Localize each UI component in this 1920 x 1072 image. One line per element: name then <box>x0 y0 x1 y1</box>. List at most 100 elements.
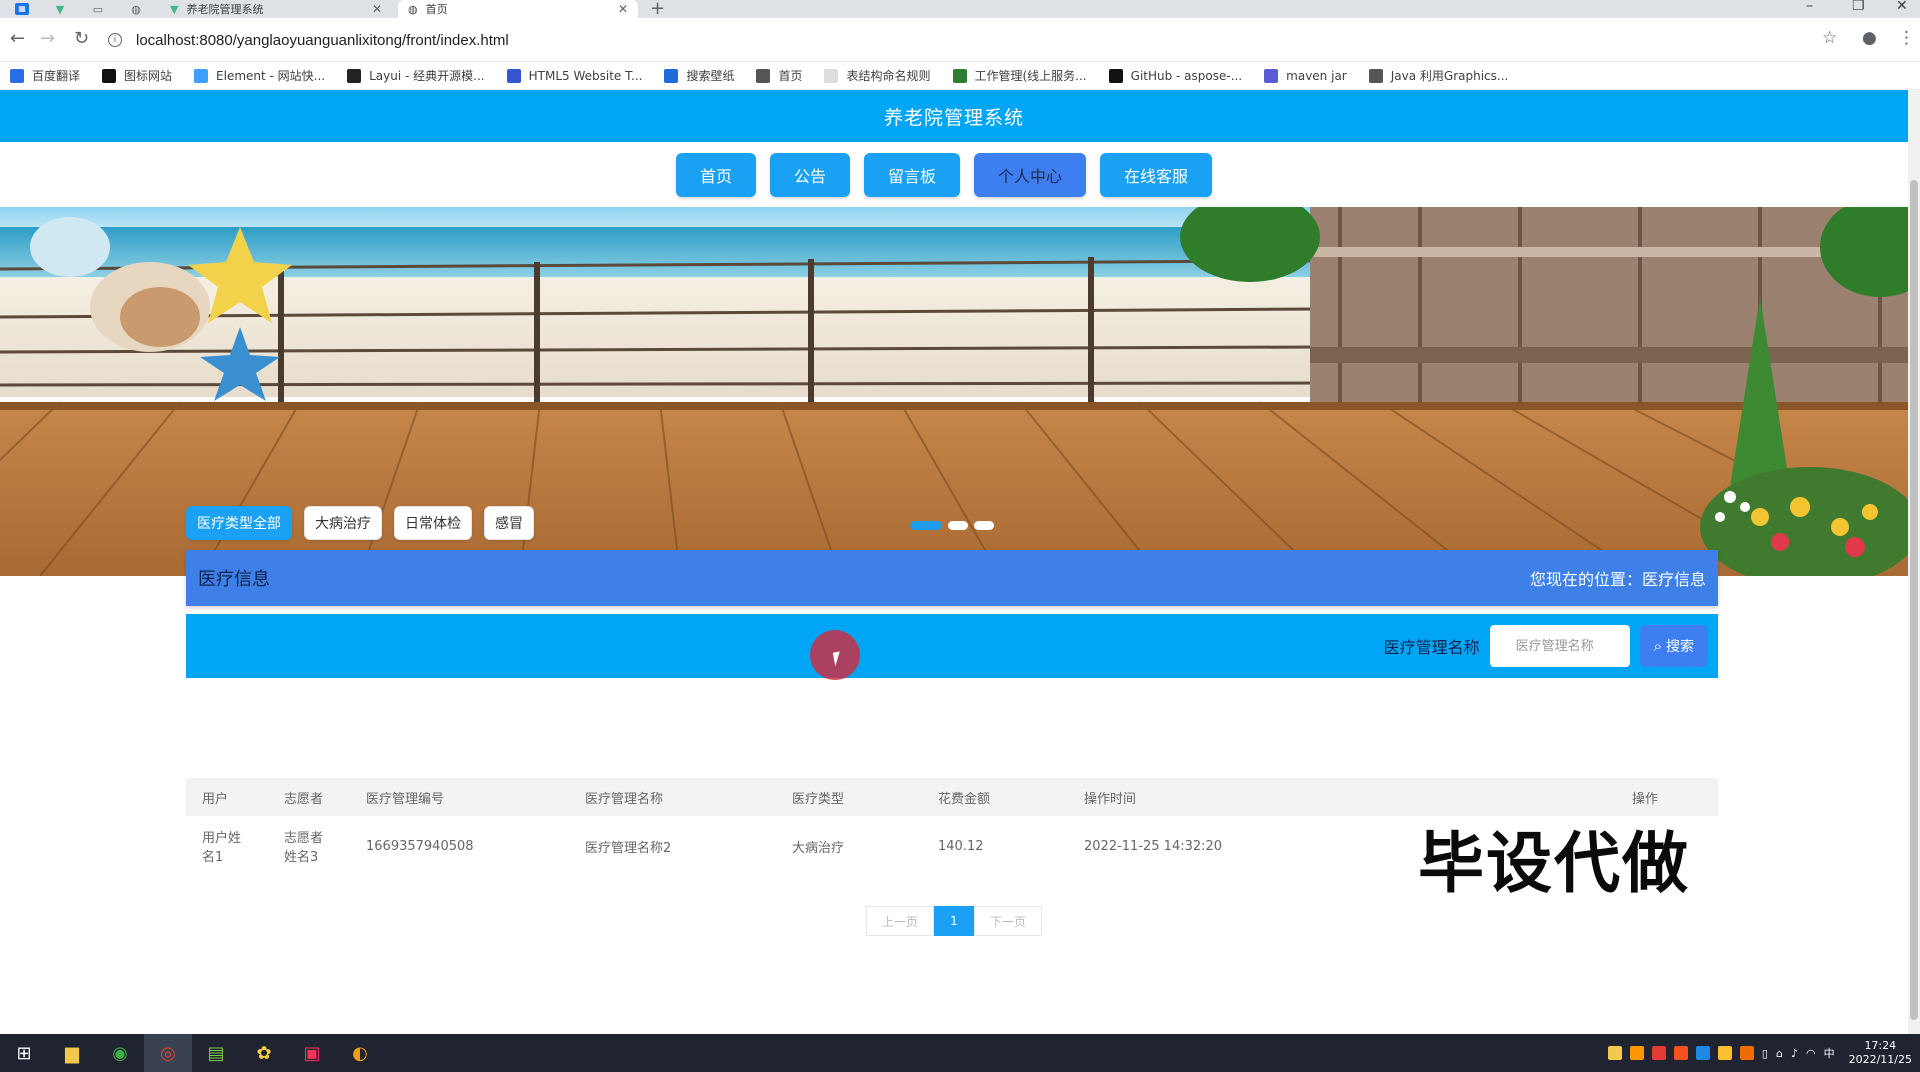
tray-app-icon[interactable] <box>1739 1046 1754 1060</box>
profile-icon[interactable]: ● <box>1862 28 1877 48</box>
url-field[interactable]: i localhost:8080/yanglaoyuanguanlixitong… <box>108 24 1808 56</box>
bookmark-item[interactable]: Java 利用Graphics... <box>1368 67 1509 84</box>
bookmark-item[interactable]: GitHub - aspose-... <box>1108 68 1242 83</box>
taskbar-intellij[interactable]: ▣ <box>288 1034 336 1072</box>
bookmark-item[interactable]: 百度翻译 <box>10 67 80 84</box>
new-tab-button[interactable]: + <box>650 0 665 19</box>
battery-icon[interactable]: ▯ <box>1762 1047 1768 1060</box>
github-icon <box>1108 68 1123 83</box>
back-arrow-icon[interactable]: ← <box>10 28 25 49</box>
pagination: 上一页 1 下一页 <box>866 906 1042 936</box>
main-nav: 首页 公告 留言板 个人中心 在线客服 <box>0 142 1908 207</box>
taskbar-app-yellow[interactable]: ✿ <box>240 1034 288 1072</box>
bookmark-label: 表结构命名规则 <box>846 69 931 83</box>
cursor-highlight <box>810 630 860 680</box>
search-button-label: 搜索 <box>1666 639 1694 655</box>
tray-app-icon[interactable] <box>1673 1046 1688 1060</box>
taskbar-chrome[interactable]: ◎ <box>144 1034 192 1072</box>
bookmark-label: maven jar <box>1286 68 1347 83</box>
bookmark-item[interactable]: 表结构命名规则 <box>824 67 931 84</box>
restore-button[interactable]: ❐ <box>1852 0 1865 14</box>
filter-button[interactable]: 大病治疗 <box>304 506 382 540</box>
start-button[interactable]: ⊞ <box>0 1034 48 1072</box>
bookmark-item[interactable]: 工作管理(线上服务... <box>952 67 1087 84</box>
menu-dots-icon[interactable]: ⋮ <box>1898 28 1915 48</box>
bookmark-label: Java 利用Graphics... <box>1390 69 1509 83</box>
wifi-icon[interactable]: ◠ <box>1806 1047 1816 1060</box>
shield-icon[interactable] <box>1717 1046 1732 1060</box>
volume-icon[interactable]: ♪ <box>1791 1047 1798 1060</box>
pinned-tab-2[interactable]: ▼ <box>42 0 78 18</box>
page-1-button[interactable]: 1 <box>934 906 974 936</box>
search-bar: 医疗管理名称 ⌕ 搜索 <box>186 614 1718 678</box>
next-page-button[interactable]: 下一页 <box>974 906 1042 936</box>
carousel-dot[interactable] <box>948 521 968 530</box>
tray-app-icon[interactable] <box>1629 1046 1644 1060</box>
filter-button[interactable]: 日常体检 <box>394 506 472 540</box>
bookmark-item[interactable]: 首页 <box>756 67 802 84</box>
watermark-text: 毕设代做 <box>1418 825 1690 902</box>
tray-app-icon[interactable] <box>1607 1046 1622 1060</box>
clock-time: 17:24 <box>1864 1039 1897 1052</box>
filter-button[interactable]: 医疗类型全部 <box>186 506 292 540</box>
icon-site-icon <box>102 68 117 83</box>
search-button[interactable]: ⌕ 搜索 <box>1639 625 1708 667</box>
page-scrollbar[interactable] <box>1908 90 1920 1034</box>
nav-item-0[interactable]: 首页 <box>675 152 756 197</box>
html5-icon <box>506 68 521 83</box>
tab-home[interactable]: ◍ 首页 ✕ <box>398 0 638 18</box>
minimize-button[interactable]: – <box>1806 0 1813 14</box>
bookmark-item[interactable]: maven jar <box>1264 68 1347 83</box>
bookmark-star-icon[interactable]: ☆ <box>1822 28 1837 48</box>
scrollbar-thumb[interactable] <box>1910 180 1918 1020</box>
app-icon: ✿ <box>256 1042 272 1064</box>
clock[interactable]: 17:24 2022/11/25 <box>1849 1039 1912 1067</box>
reload-icon[interactable]: ↻ <box>74 28 89 49</box>
close-icon[interactable]: ✕ <box>618 2 628 16</box>
ime-indicator[interactable]: 中 <box>1824 1045 1835 1061</box>
bookmark-item[interactable]: 搜索壁纸 <box>664 67 734 84</box>
carousel-dot[interactable] <box>910 521 942 530</box>
bookmark-item[interactable]: HTML5 Website T... <box>506 68 642 83</box>
prev-page-button[interactable]: 上一页 <box>866 906 934 936</box>
info-icon[interactable]: i <box>108 33 122 47</box>
app-icon: ◐ <box>352 1042 368 1064</box>
windows-icon: ⊞ <box>16 1042 32 1064</box>
forward-arrow-icon[interactable]: → <box>40 28 55 49</box>
column-header: 医疗管理名称 <box>569 778 776 816</box>
search-input[interactable] <box>1489 625 1630 667</box>
bookmark-item[interactable]: 图标网站 <box>102 67 172 84</box>
table-cell: 医疗管理名称2 <box>585 840 672 856</box>
tray-app-icon[interactable] <box>1695 1046 1710 1060</box>
bookmark-label: 百度翻译 <box>32 69 81 83</box>
taskbar-browser-360[interactable]: ◉ <box>96 1034 144 1072</box>
globe-icon: ◍ <box>408 2 418 16</box>
filter-button[interactable]: 感冒 <box>484 506 534 540</box>
clock-date: 2022/11/25 <box>1848 1053 1912 1066</box>
bookmark-item[interactable]: Layui - 经典开源模... <box>347 67 485 84</box>
nav-item-2[interactable]: 留言板 <box>863 152 960 197</box>
pinned-tab-3[interactable]: ▭ <box>80 0 116 18</box>
taskbar-notepad[interactable]: ▤ <box>192 1034 240 1072</box>
carousel-dot[interactable] <box>974 521 994 530</box>
window-close-button[interactable]: ✕ <box>1896 0 1908 14</box>
nav-item-4[interactable]: 在线客服 <box>1100 152 1213 197</box>
tab-system[interactable]: ▼ 养老院管理系统 ✕ <box>160 0 392 18</box>
tray-app-icon[interactable] <box>1651 1046 1666 1060</box>
taskbar: ⊞ ▆ ◉ ◎ ▤ ✿ ▣ ◐ ▯ ⌂ ♪ ◠ 中 17:24 2022/11/… <box>0 1034 1920 1072</box>
taskbar-explorer[interactable]: ▆ <box>48 1034 96 1072</box>
network-icon[interactable]: ⌂ <box>1776 1047 1783 1060</box>
category-filters: 医疗类型全部 大病治疗 日常体检 感冒 <box>186 506 534 540</box>
pinned-tab-1[interactable]: ▦ <box>4 0 40 18</box>
maven-icon <box>1264 68 1279 83</box>
folder-icon: ▆ <box>65 1042 79 1064</box>
close-icon[interactable]: ✕ <box>372 2 382 16</box>
pinned-tab-4[interactable]: ◍ <box>118 0 154 18</box>
nav-item-1[interactable]: 公告 <box>769 152 850 197</box>
bookmark-item[interactable]: Element - 网站快... <box>194 67 325 84</box>
column-header: 医疗类型 <box>776 778 922 816</box>
table-cell: 用户姓名1 <box>202 831 242 865</box>
nav-item-3[interactable]: 个人中心 <box>974 152 1087 197</box>
taskbar-app-orange[interactable]: ◐ <box>336 1034 384 1072</box>
bookmarks-bar: 百度翻译 图标网站 Element - 网站快... Layui - 经典开源模...… <box>0 62 1920 90</box>
